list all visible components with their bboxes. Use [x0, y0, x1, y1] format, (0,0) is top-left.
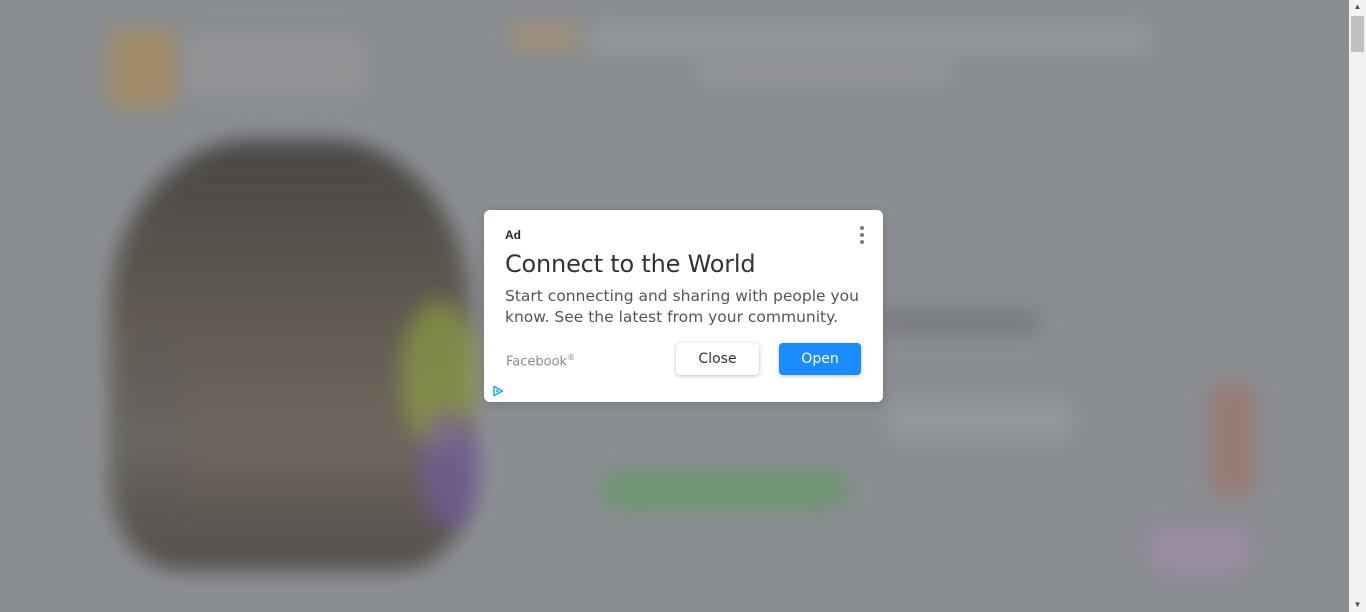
background-product-image	[1210, 380, 1255, 500]
background-logo-text	[185, 36, 365, 96]
advertiser-name: Facebook	[506, 354, 568, 370]
advertiser-mark: ®	[567, 353, 576, 362]
background-nav-accent	[510, 24, 580, 50]
background-nav	[590, 26, 1150, 52]
scroll-thumb[interactable]	[1351, 16, 1364, 52]
page-scrollbar[interactable]: ▲ ▼	[1349, 0, 1366, 612]
scroll-up-arrow-icon[interactable]: ▲	[1349, 0, 1366, 14]
ad-headline[interactable]: Connect to the World	[505, 250, 756, 278]
background-logo	[108, 28, 178, 108]
background-product-box	[1150, 530, 1250, 570]
background-color-ring-purple	[420, 410, 480, 530]
interstitial-ad-dialog: Ad Connect to the World Start connecting…	[484, 210, 883, 402]
adchoices-icon[interactable]	[492, 385, 504, 397]
background-nav-subline	[700, 60, 950, 80]
background-cta-button	[600, 470, 850, 510]
more-vert-icon[interactable]	[858, 226, 866, 244]
background-text-block-2	[890, 400, 1070, 440]
ad-advertiser[interactable]: Facebook®	[506, 353, 575, 369]
open-button[interactable]: Open	[779, 343, 861, 375]
background-text-block	[880, 310, 1040, 336]
scroll-down-arrow-icon[interactable]: ▼	[1349, 598, 1366, 612]
ad-label: Ad	[505, 228, 521, 242]
ad-body-text[interactable]: Start connecting and sharing with people…	[505, 286, 865, 328]
close-button[interactable]: Close	[676, 343, 759, 375]
